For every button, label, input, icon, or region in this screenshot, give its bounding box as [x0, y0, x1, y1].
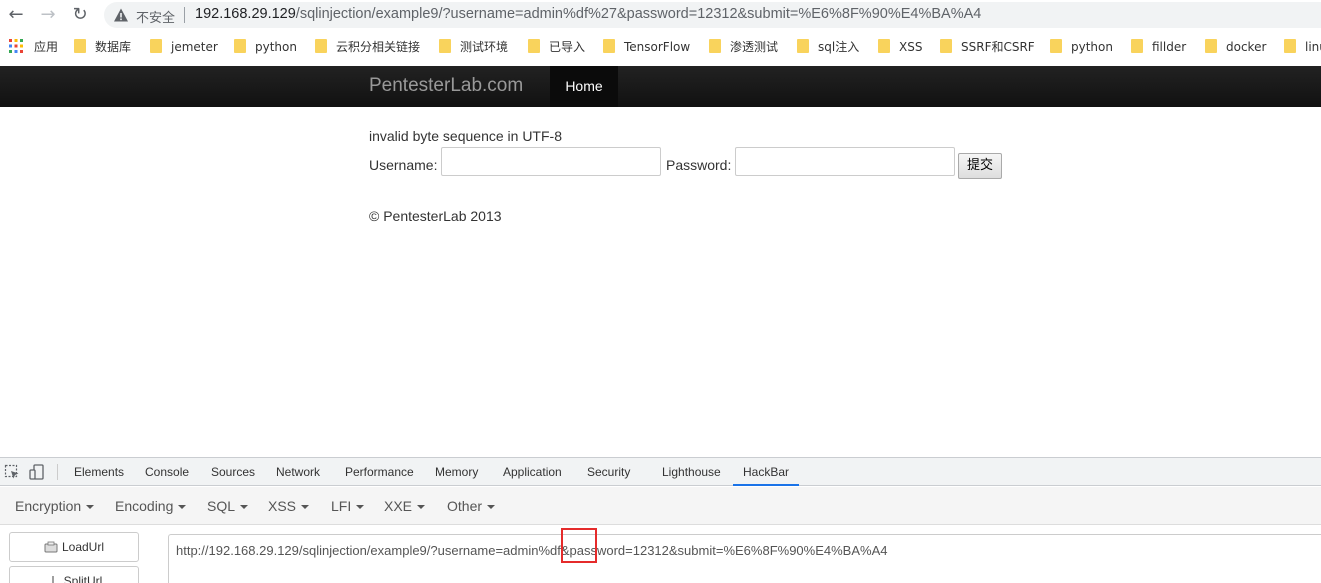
- tab-memory[interactable]: Memory: [435, 458, 478, 486]
- folder-icon: [439, 39, 451, 53]
- folder-icon: [1205, 39, 1217, 53]
- error-message: invalid byte sequence in UTF-8: [369, 128, 562, 144]
- devtools-tab-bar: Elements Console Sources Network Perform…: [0, 458, 1321, 486]
- apps-grid-icon: [9, 39, 23, 53]
- folder-icon: [940, 39, 952, 53]
- folder-icon: [315, 39, 327, 53]
- bookmark-folder[interactable]: fillder: [1131, 38, 1186, 56]
- folder-icon: [74, 39, 86, 53]
- caret-down-icon: [356, 505, 365, 509]
- bookmark-folder[interactable]: 云积分相关链接: [315, 38, 420, 56]
- bookmark-folder[interactable]: linu: [1284, 38, 1321, 56]
- username-input[interactable]: [441, 147, 661, 176]
- tab-performance[interactable]: Performance: [345, 458, 414, 486]
- submit-button[interactable]: 提交: [958, 153, 1002, 179]
- bookmarks-bar: 应用 数据库 jemeter python 云积分相关链接 测试环境 已导入 T…: [0, 33, 1321, 61]
- bookmark-folder[interactable]: 已导入: [528, 38, 585, 56]
- bookmark-folder[interactable]: SSRF和CSRF: [940, 38, 1035, 56]
- highlight-annotation-box: [561, 528, 597, 563]
- bookmark-folder[interactable]: python: [234, 38, 297, 56]
- caret-down-icon: [417, 505, 426, 509]
- hackbar-menu-bar: Encryption Encoding SQL XSS LFI XXE Othe…: [0, 487, 1321, 525]
- password-input[interactable]: [735, 147, 955, 176]
- folder-icon: [1131, 39, 1143, 53]
- bookmark-folder[interactable]: TensorFlow: [603, 38, 690, 56]
- devtools-panel: Elements Console Sources Network Perform…: [0, 457, 1321, 583]
- bookmark-folder[interactable]: XSS: [878, 38, 922, 56]
- folder-icon: [878, 39, 890, 53]
- bookmark-apps[interactable]: 应用: [9, 38, 58, 56]
- site-brand[interactable]: PentesterLab.com: [369, 75, 523, 97]
- browser-toolbar: ← → ↻ 不安全 192.168.29.129/sqlinjection/ex…: [0, 0, 1321, 31]
- folder-icon: [1050, 39, 1062, 53]
- bookmark-folder[interactable]: docker: [1205, 38, 1266, 56]
- folder-icon: [150, 39, 162, 53]
- toolbar-divider: [57, 464, 58, 480]
- bookmark-folder[interactable]: 测试环境: [439, 38, 508, 56]
- split-url-button[interactable]: SplitUrl: [9, 566, 139, 583]
- back-arrow-icon[interactable]: ←: [5, 4, 27, 26]
- password-label: Password:: [666, 157, 732, 173]
- footer-copyright: © PentesterLab 2013: [369, 208, 502, 224]
- menu-sql[interactable]: SQL: [207, 498, 249, 514]
- tab-network[interactable]: Network: [276, 458, 320, 486]
- folder-icon: [709, 39, 721, 53]
- folder-icon: [234, 39, 246, 53]
- bookmark-folder[interactable]: 渗透测试: [709, 38, 778, 56]
- address-bar[interactable]: 不安全 192.168.29.129/sqlinjection/example9…: [104, 2, 1321, 28]
- site-navbar: PentesterLab.com Home: [0, 66, 1321, 107]
- menu-lfi[interactable]: LFI: [331, 498, 365, 514]
- inspect-element-icon[interactable]: [4, 464, 20, 480]
- warning-triangle-icon[interactable]: [113, 7, 129, 23]
- username-label: Username:: [369, 157, 438, 173]
- tab-lighthouse[interactable]: Lighthouse: [662, 458, 721, 486]
- tab-security[interactable]: Security: [587, 458, 630, 486]
- bookmark-folder[interactable]: jemeter: [150, 38, 218, 56]
- device-toolbar-icon[interactable]: [29, 464, 45, 480]
- tab-application[interactable]: Application: [503, 458, 562, 486]
- tab-console[interactable]: Console: [145, 458, 189, 486]
- tab-sources[interactable]: Sources: [211, 458, 255, 486]
- not-secure-label[interactable]: 不安全: [136, 7, 175, 26]
- bookmark-folder[interactable]: python: [1050, 38, 1113, 56]
- bookmark-folder[interactable]: 数据库: [74, 38, 131, 56]
- menu-encryption[interactable]: Encryption: [15, 498, 95, 514]
- load-url-button[interactable]: LoadUrl: [9, 532, 139, 562]
- load-url-icon: [44, 541, 58, 553]
- menu-encoding[interactable]: Encoding: [115, 498, 187, 514]
- folder-icon: [797, 39, 809, 53]
- tab-elements[interactable]: Elements: [74, 458, 124, 486]
- url-text[interactable]: 192.168.29.129/sqlinjection/example9/?us…: [195, 6, 981, 22]
- omnibox-separator: [184, 7, 185, 23]
- caret-down-icon: [86, 505, 95, 509]
- tab-hackbar[interactable]: HackBar: [733, 458, 799, 486]
- caret-down-icon: [301, 505, 310, 509]
- caret-down-icon: [240, 505, 249, 509]
- reload-icon[interactable]: ↻: [69, 4, 91, 26]
- bookmark-folder[interactable]: sql注入: [797, 38, 859, 56]
- folder-icon: [528, 39, 540, 53]
- menu-xxe[interactable]: XXE: [384, 498, 426, 514]
- hackbar-url-textarea[interactable]: http://192.168.29.129/sqlinjection/examp…: [168, 534, 1321, 583]
- hackbar-body: LoadUrl SplitUrl http://192.168.29.129/s…: [0, 526, 1321, 583]
- split-url-icon: [51, 576, 54, 583]
- caret-down-icon: [487, 505, 496, 509]
- menu-xss[interactable]: XSS: [268, 498, 310, 514]
- hackbar-url-value: http://192.168.29.129/sqlinjection/examp…: [176, 543, 888, 558]
- nav-home-link[interactable]: Home: [550, 66, 618, 107]
- folder-icon: [603, 39, 615, 53]
- caret-down-icon: [178, 505, 187, 509]
- folder-icon: [1284, 39, 1296, 53]
- menu-other[interactable]: Other: [447, 498, 496, 514]
- forward-arrow-icon[interactable]: →: [37, 4, 59, 26]
